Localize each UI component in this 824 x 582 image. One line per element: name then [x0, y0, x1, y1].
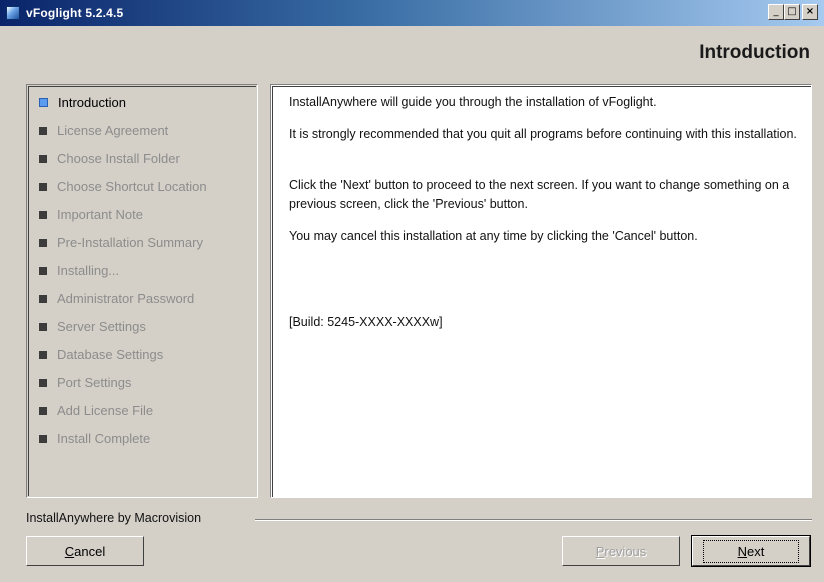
- step-pre-installation-summary: Pre-Installation Summary: [39, 235, 203, 250]
- step-bullet-icon: [39, 182, 47, 191]
- step-label: Introduction: [58, 95, 126, 110]
- step-add-license-file: Add License File: [39, 403, 153, 418]
- content-panel: InstallAnywhere will guide you through t…: [270, 84, 812, 498]
- steps-panel-inner: Introduction License Agreement Choose In…: [28, 86, 256, 496]
- step-label: Administrator Password: [57, 291, 195, 306]
- step-bullet-icon: [39, 350, 47, 359]
- step-label: Server Settings: [57, 319, 146, 334]
- step-label: Installing...: [57, 263, 120, 278]
- installer-window: vFoglight 5.2.4.5 _ □ × Introduction Int…: [0, 0, 824, 582]
- step-bullet-icon: [39, 210, 47, 219]
- step-label: Port Settings: [57, 375, 132, 390]
- close-button[interactable]: ×: [802, 4, 818, 20]
- step-choose-shortcut-location: Choose Shortcut Location: [39, 179, 207, 194]
- step-label: Choose Shortcut Location: [57, 179, 207, 194]
- vendor-label: InstallAnywhere by Macrovision: [26, 511, 208, 525]
- cancel-instructions-text: You may cancel this installation at any …: [289, 229, 698, 243]
- step-bullet-icon: [39, 238, 47, 247]
- next-button[interactable]: Next: [691, 535, 811, 567]
- step-install-complete: Install Complete: [39, 431, 150, 446]
- window-controls: _ □ ×: [768, 4, 818, 20]
- build-number-text: [Build: 5245-XXXX-XXXXw]: [289, 315, 443, 329]
- step-bullet-icon: [39, 266, 47, 275]
- window-title: vFoglight 5.2.4.5: [26, 6, 124, 20]
- step-database-settings: Database Settings: [39, 347, 163, 362]
- step-bullet-icon: [39, 154, 47, 163]
- next-mnemonic: N: [737, 543, 748, 559]
- step-installing: Installing...: [39, 263, 119, 278]
- cancel-label-rest: ancel: [74, 543, 106, 559]
- previous-button-label: Previous: [596, 544, 647, 559]
- previous-label-rest: revious: [604, 543, 647, 559]
- title-bar[interactable]: vFoglight 5.2.4.5 _ □ ×: [0, 0, 824, 26]
- app-icon: [6, 6, 20, 20]
- step-bullet-icon: [39, 434, 47, 443]
- step-license-agreement: License Agreement: [39, 123, 168, 138]
- step-current-icon: [39, 98, 48, 107]
- cancel-mnemonic: C: [64, 543, 75, 559]
- step-port-settings: Port Settings: [39, 375, 131, 390]
- next-label-rest: ext: [747, 543, 765, 559]
- navigation-instructions-text: Click the 'Next' button to proceed to th…: [289, 178, 790, 211]
- maximize-button[interactable]: □: [784, 4, 800, 20]
- step-administrator-password: Administrator Password: [39, 291, 194, 306]
- page-title: Introduction: [699, 42, 810, 63]
- step-label: License Agreement: [57, 123, 169, 138]
- minimize-button[interactable]: _: [768, 4, 784, 20]
- step-server-settings: Server Settings: [39, 319, 146, 334]
- step-label: Database Settings: [57, 347, 164, 362]
- footer-divider: [255, 519, 812, 521]
- step-bullet-icon: [39, 322, 47, 331]
- step-bullet-icon: [39, 294, 47, 303]
- next-button-focus: Next: [702, 539, 800, 563]
- previous-button[interactable]: Previous: [562, 536, 680, 566]
- steps-panel: Introduction License Agreement Choose In…: [26, 84, 258, 498]
- cancel-button-label: Cancel: [65, 544, 105, 559]
- step-label: Add License File: [57, 403, 154, 418]
- step-important-note: Important Note: [39, 207, 143, 222]
- recommendation-text: It is strongly recommended that you quit…: [289, 127, 797, 141]
- cancel-button[interactable]: Cancel: [26, 536, 144, 566]
- content-panel-inner: InstallAnywhere will guide you through t…: [272, 86, 811, 497]
- step-bullet-icon: [39, 378, 47, 387]
- step-label: Choose Install Folder: [57, 151, 180, 166]
- step-label: Pre-Installation Summary: [57, 235, 203, 250]
- step-bullet-icon: [39, 406, 47, 415]
- intro-text: InstallAnywhere will guide you through t…: [289, 95, 657, 109]
- step-label: Important Note: [57, 207, 143, 222]
- step-introduction: Introduction: [39, 95, 126, 110]
- step-choose-install-folder: Choose Install Folder: [39, 151, 180, 166]
- step-bullet-icon: [39, 126, 47, 135]
- step-label: Install Complete: [57, 431, 151, 446]
